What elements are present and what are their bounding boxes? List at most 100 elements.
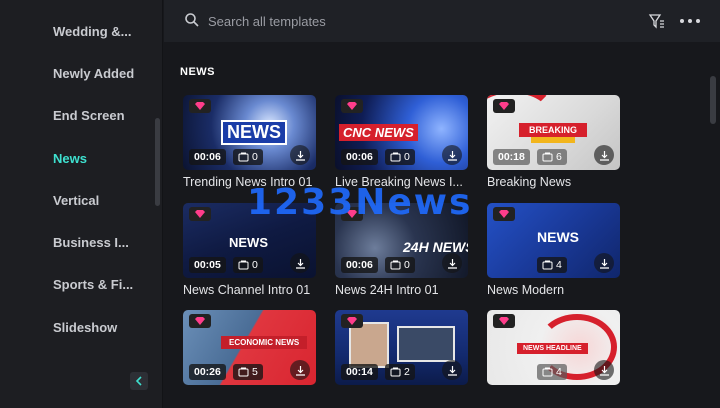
duration-badge: 00:06 <box>189 149 226 165</box>
template-thumbnail[interactable]: NEWS 00:05 0 <box>183 203 316 278</box>
duration-badge: 00:14 <box>341 364 378 380</box>
download-button[interactable] <box>290 360 310 380</box>
reporter-image <box>397 326 455 362</box>
download-button[interactable] <box>290 145 310 165</box>
scenes-badge: 4 <box>537 364 567 380</box>
download-button[interactable] <box>442 145 462 165</box>
search-icon <box>185 13 199 27</box>
download-icon <box>447 365 457 376</box>
scenes-count: 5 <box>252 366 258 378</box>
premium-icon <box>189 99 211 113</box>
template-thumbnail[interactable]: NEWS HEADLINE 4 <box>487 310 620 385</box>
scenes-badge: 5 <box>233 364 263 380</box>
sidebar-item-vertical[interactable]: Vertical <box>0 179 150 221</box>
sidebar-scrollbar[interactable] <box>155 118 160 206</box>
template-card[interactable]: ECONOMIC NEWS 00:26 5 <box>183 310 316 390</box>
scenes-count: 0 <box>404 151 410 163</box>
duration-badge: 00:26 <box>189 364 226 380</box>
sidebar: Wedding &... Newly Added End Screen News… <box>0 0 163 408</box>
thumbnail-text: CNC NEWS <box>339 124 418 141</box>
template-title: Live Breaking News I... <box>335 175 463 189</box>
template-thumbnail[interactable]: 00:14 2 <box>335 310 468 385</box>
download-button[interactable] <box>594 360 614 380</box>
search-input[interactable] <box>208 10 538 32</box>
template-card[interactable]: NEWS 00:06 0 Trending News Intro 01 <box>183 95 316 189</box>
sidebar-item-business[interactable]: Business I... <box>0 221 150 263</box>
scenes-icon <box>390 152 401 162</box>
download-button[interactable] <box>290 253 310 273</box>
sidebar-item-news[interactable]: News <box>0 137 150 179</box>
premium-icon <box>493 207 515 221</box>
scenes-badge: 0 <box>385 257 415 273</box>
premium-icon <box>189 314 211 328</box>
download-icon <box>295 258 305 269</box>
scenes-icon <box>390 367 401 377</box>
download-icon <box>295 150 305 161</box>
section-title: NEWS <box>180 66 215 78</box>
scenes-badge: 0 <box>233 149 263 165</box>
category-list: Wedding &... Newly Added End Screen News… <box>0 10 150 348</box>
sidebar-item-newly-added[interactable]: Newly Added <box>0 52 150 94</box>
top-bar <box>164 0 720 42</box>
template-card[interactable]: NEWS HEADLINE 4 <box>487 310 620 390</box>
gallery-scrollbar[interactable] <box>710 76 716 124</box>
scenes-icon <box>238 152 249 162</box>
sidebar-item-wedding[interactable]: Wedding &... <box>0 10 150 52</box>
premium-icon <box>189 207 211 221</box>
download-button[interactable] <box>442 253 462 273</box>
template-card[interactable]: CNC NEWS 00:06 0 Live Breaking News I... <box>335 95 468 189</box>
download-icon <box>599 150 609 161</box>
thumbnail-text: BREAKING <box>519 123 588 137</box>
decorative-bar <box>531 137 575 143</box>
template-thumbnail[interactable]: CNC NEWS 00:06 0 <box>335 95 468 170</box>
scenes-icon <box>238 367 249 377</box>
scenes-badge: 6 <box>537 149 567 165</box>
filter-icon[interactable] <box>648 12 666 30</box>
duration-badge: 00:05 <box>189 257 226 273</box>
thumbnail-text: NEWS <box>537 229 579 245</box>
template-card[interactable]: NEWS 00:05 0 News Channel Intro 01 <box>183 203 316 297</box>
scenes-icon <box>542 152 553 162</box>
scenes-badge: 4 <box>537 257 567 273</box>
duration-badge: 00:06 <box>341 257 378 273</box>
download-button[interactable] <box>594 145 614 165</box>
template-title: Breaking News <box>487 175 572 189</box>
template-title: News Channel Intro 01 <box>183 283 311 297</box>
scenes-badge: 2 <box>385 364 415 380</box>
premium-icon <box>493 99 515 113</box>
scenes-count: 2 <box>404 366 410 378</box>
template-thumbnail[interactable]: NEWS 4 <box>487 203 620 278</box>
template-card[interactable]: BREAKING 00:18 6 Breaking News <box>487 95 620 189</box>
download-button[interactable] <box>442 360 462 380</box>
scenes-badge: 0 <box>385 149 415 165</box>
template-card[interactable]: 24H NEWS 00:06 0 News 24H Intro 01 <box>335 203 468 297</box>
scenes-icon <box>238 260 249 270</box>
collapse-sidebar-button[interactable] <box>130 372 148 390</box>
template-card[interactable]: 00:14 2 <box>335 310 468 390</box>
download-button[interactable] <box>594 253 614 273</box>
download-icon <box>447 258 457 269</box>
premium-icon <box>341 207 363 221</box>
chevron-left-icon <box>135 376 142 386</box>
presenter-image <box>349 322 389 368</box>
sidebar-item-sports[interactable]: Sports & Fi... <box>0 264 150 306</box>
sidebar-item-slideshow[interactable]: Slideshow <box>0 306 150 348</box>
template-thumbnail[interactable]: 24H NEWS 00:06 0 <box>335 203 468 278</box>
template-card[interactable]: NEWS 4 News Modern <box>487 203 620 297</box>
thumbnail-text: NEWS <box>221 120 287 145</box>
more-options-icon[interactable] <box>680 19 700 25</box>
sidebar-item-end-screen[interactable]: End Screen <box>0 95 150 137</box>
premium-icon <box>493 314 515 328</box>
download-icon <box>599 258 609 269</box>
download-icon <box>447 150 457 161</box>
scenes-icon <box>390 260 401 270</box>
duration-badge: 00:06 <box>341 149 378 165</box>
duration-badge: 00:18 <box>493 149 530 165</box>
scenes-count: 0 <box>252 259 258 271</box>
scenes-count: 4 <box>556 259 562 271</box>
template-thumbnail[interactable]: BREAKING 00:18 6 <box>487 95 620 170</box>
template-thumbnail[interactable]: NEWS 00:06 0 <box>183 95 316 170</box>
template-title: News Modern <box>487 283 565 297</box>
scenes-count: 4 <box>556 366 562 378</box>
template-thumbnail[interactable]: ECONOMIC NEWS 00:26 5 <box>183 310 316 385</box>
